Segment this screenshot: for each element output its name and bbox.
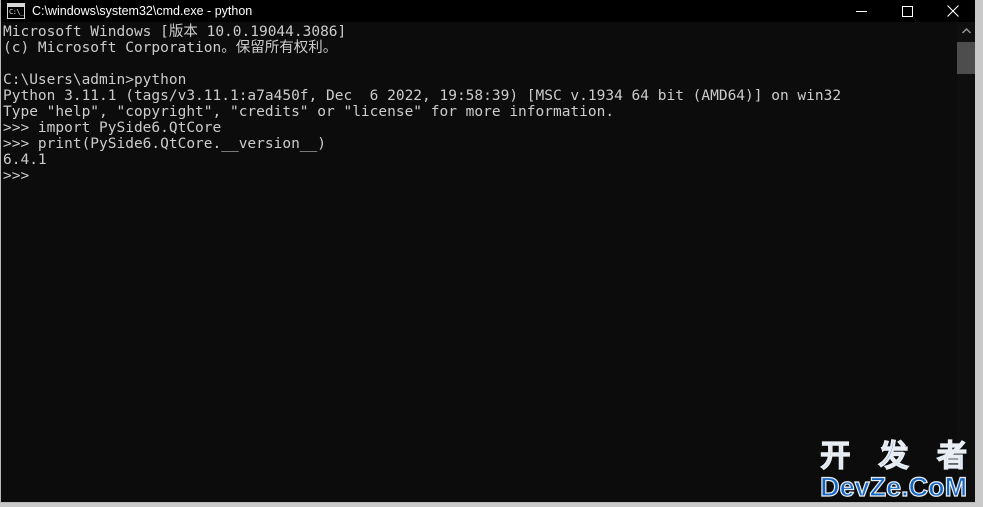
desktop-background: C:\_ C:\windows\system32\cmd.exe - pytho… — [0, 0, 983, 507]
console-line: C:\Users\admin>python — [3, 72, 187, 88]
scrollbar-thumb[interactable] — [957, 42, 975, 74]
window-title: C:\windows\system32\cmd.exe - python — [32, 4, 253, 18]
console-output-area[interactable]: Microsoft Windows [版本 10.0.19044.3086] (… — [2, 22, 958, 502]
minimize-button[interactable] — [838, 0, 884, 22]
cmd-icon-glyph: C:\_ — [9, 8, 24, 16]
console-line: Python 3.11.1 (tags/v3.11.1:a7a450f, Dec… — [3, 88, 842, 104]
console-line: >>> print(PySide6.QtCore.__version__) — [3, 136, 327, 152]
console-line: >>> import PySide6.QtCore — [3, 120, 222, 136]
minimize-icon — [855, 10, 867, 12]
chevron-up-icon — [961, 28, 971, 34]
scroll-up-button[interactable] — [957, 22, 975, 40]
close-icon — [947, 5, 959, 17]
console-line: Type "help", "copyright", "credits" or "… — [3, 104, 615, 120]
console-line: 6.4.1 — [3, 152, 47, 168]
cmd-console-icon: C:\_ — [7, 3, 25, 19]
close-button[interactable] — [930, 0, 975, 22]
maximize-icon — [901, 5, 913, 17]
console-line: Microsoft Windows [版本 10.0.19044.3086] — [3, 24, 347, 40]
title-bar[interactable]: C:\_ C:\windows\system32\cmd.exe - pytho… — [1, 0, 975, 22]
window-controls — [838, 0, 975, 22]
maximize-button[interactable] — [884, 0, 930, 22]
cmd-window: C:\_ C:\windows\system32\cmd.exe - pytho… — [0, 0, 975, 503]
vertical-scrollbar[interactable] — [957, 22, 975, 502]
console-prompt-line: >>> — [3, 168, 30, 184]
console-line: (c) Microsoft Corporation。保留所有权利。 — [3, 40, 338, 56]
